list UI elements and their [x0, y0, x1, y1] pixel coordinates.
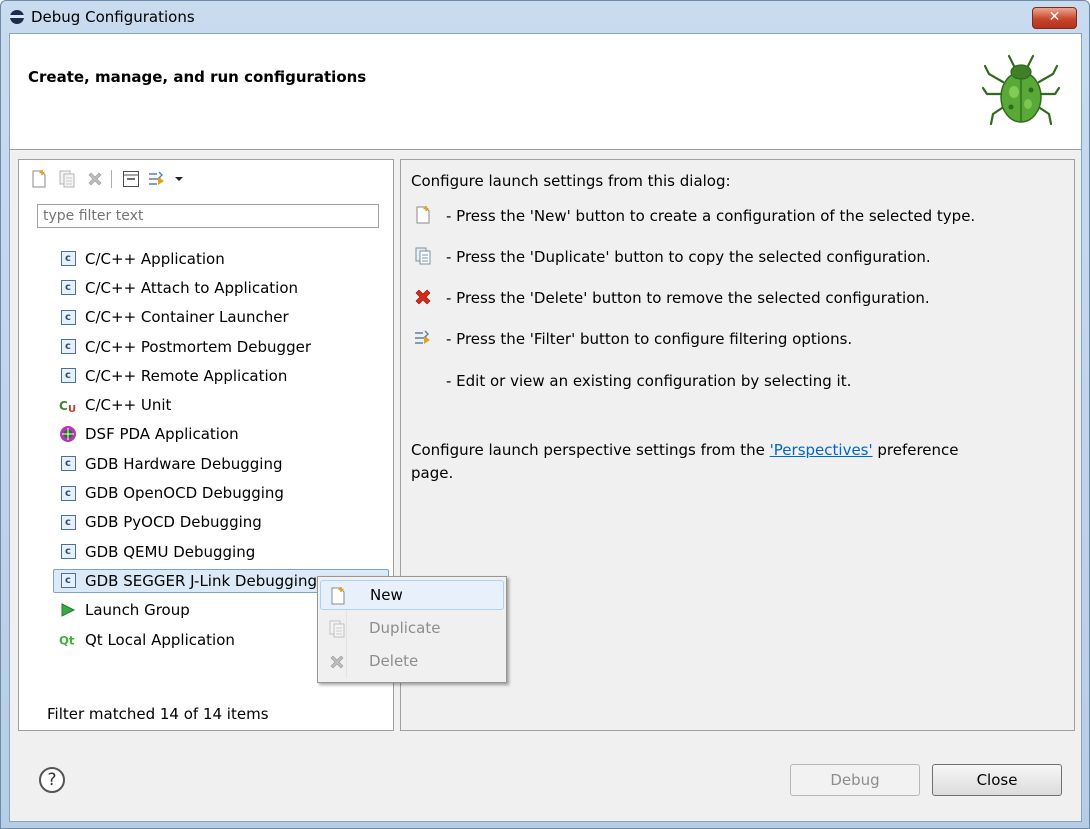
filter-input[interactable]: [37, 204, 379, 228]
tree-item-label: GDB OpenOCD Debugging: [85, 484, 284, 503]
svg-text:U: U: [68, 404, 76, 414]
eclipse-icon: [10, 10, 24, 24]
tree-item[interactable]: c GDB OpenOCD Debugging: [59, 478, 389, 507]
c-app-icon: c: [59, 455, 77, 473]
tree-item[interactable]: c C/C++ Application: [59, 244, 389, 273]
tree-item-label: Launch Group: [85, 601, 190, 620]
window-title: Debug Configurations: [31, 8, 195, 26]
tree-item[interactable]: c GDB QEMU Debugging: [59, 537, 389, 566]
dialog-header: Create, manage, and run configurations: [10, 34, 1081, 150]
c-app-icon: c: [59, 513, 77, 531]
tree-toolbar: [29, 168, 329, 192]
tree-item-label: Qt Local Application: [85, 630, 235, 649]
c-app-icon: c: [59, 572, 77, 590]
duplicate-icon: [329, 620, 345, 638]
menu-item-new[interactable]: New: [320, 580, 504, 610]
new-help-text: - Press the 'New' button to create a con…: [446, 207, 976, 225]
tree-item-label: GDB Hardware Debugging: [85, 454, 283, 473]
c-app-icon: c: [59, 367, 77, 385]
intro-text: Configure launch settings from this dial…: [411, 172, 731, 190]
dialog-window: Debug Configurations ✕ Create, manage, a…: [0, 0, 1090, 829]
close-button[interactable]: Close: [932, 764, 1062, 796]
perspective-text-line2: page.: [411, 464, 454, 482]
tree-item[interactable]: c C/C++ Container Launcher: [59, 303, 389, 332]
tree-item[interactable]: C U C/C++ Unit: [59, 390, 389, 419]
svg-text:Qt: Qt: [59, 633, 75, 647]
tree-item[interactable]: c C/C++ Attach to Application: [59, 273, 389, 302]
tree-item-label: GDB SEGGER J-Link Debugging: [85, 571, 317, 590]
menu-item-new-label: New: [370, 586, 403, 604]
perspective-suffix: preference: [872, 441, 959, 459]
tree-item-label: DSF PDA Application: [85, 425, 239, 444]
qt-icon: Qt: [59, 631, 77, 649]
svg-text:C: C: [59, 399, 68, 413]
tree-item-label: C/C++ Attach to Application: [85, 278, 299, 297]
bug-icon: [981, 54, 1061, 126]
delete-icon[interactable]: [85, 169, 105, 189]
menu-item-delete-label: Delete: [369, 652, 419, 670]
new-config-icon: [416, 206, 430, 224]
debug-button[interactable]: Debug: [790, 764, 920, 796]
toolbar-separator: [111, 170, 112, 188]
help-button[interactable]: ?: [39, 767, 65, 793]
new-config-icon[interactable]: [29, 169, 49, 189]
tree-item-label: C/C++ Remote Application: [85, 366, 288, 385]
tree-item-label: C/C++ Postmortem Debugger: [85, 337, 311, 356]
filter-status: Filter matched 14 of 14 items: [47, 705, 269, 723]
launch-group-icon: [59, 601, 77, 619]
title-bar[interactable]: Debug Configurations ✕: [1, 1, 1089, 33]
duplicate-icon: [415, 247, 431, 265]
tree-item-label: C/C++ Container Launcher: [85, 308, 289, 327]
menu-item-duplicate[interactable]: Duplicate: [320, 614, 504, 644]
c-unit-icon: CU: [59, 396, 77, 414]
perspective-prefix: Configure launch perspective settings fr…: [411, 441, 770, 459]
header-title: Create, manage, and run configurations: [28, 68, 367, 86]
dialog-content: Create, manage, and run configurations t…: [9, 33, 1082, 822]
tree-item[interactable]: c C/C++ Postmortem Debugger: [59, 332, 389, 361]
c-app-icon: c: [59, 484, 77, 502]
tree-item-label: GDB QEMU Debugging: [85, 542, 256, 561]
tree-item-label: GDB PyOCD Debugging: [85, 513, 262, 532]
c-app-icon: c: [59, 543, 77, 561]
c-app-icon: c: [59, 279, 77, 297]
collapse-all-icon[interactable]: [121, 169, 141, 189]
tree-item[interactable]: c GDB Hardware Debugging: [59, 449, 389, 478]
delete-help-text: - Press the 'Delete' button to remove th…: [446, 289, 930, 307]
filter-icon: [415, 330, 430, 344]
c-app-icon: c: [59, 338, 77, 356]
tree-item-label: C/C++ Unit: [85, 396, 172, 415]
delete-icon: [330, 655, 344, 669]
duplicate-icon[interactable]: [57, 169, 77, 189]
perspective-text: Configure launch perspective settings fr…: [411, 441, 959, 459]
perspectives-link[interactable]: 'Perspectives': [770, 441, 873, 459]
delete-icon: [415, 289, 431, 305]
window-close-button[interactable]: ✕: [1032, 7, 1077, 29]
menu-item-duplicate-label: Duplicate: [369, 619, 441, 637]
new-config-icon: [331, 587, 345, 605]
tree-item[interactable]: c C/C++ Remote Application: [59, 361, 389, 390]
tree-item[interactable]: DSF PDA Application: [59, 420, 389, 449]
c-app-icon: c: [59, 250, 77, 268]
filter-icon[interactable]: [147, 169, 167, 189]
menu-item-delete[interactable]: Delete: [320, 647, 504, 677]
dropdown-arrow-icon[interactable]: [169, 169, 189, 189]
filter-help-text: - Press the 'Filter' button to configure…: [446, 330, 853, 348]
tree-item-label: C/C++ Application: [85, 249, 225, 268]
duplicate-help-text: - Press the 'Duplicate' button to copy t…: [446, 248, 931, 266]
edit-help-text: - Edit or view an existing configuration…: [446, 372, 852, 390]
c-app-icon: c: [59, 308, 77, 326]
tree-item[interactable]: c GDB PyOCD Debugging: [59, 508, 389, 537]
context-menu: New Duplicate Delete: [317, 576, 507, 683]
pda-icon: [59, 425, 77, 443]
